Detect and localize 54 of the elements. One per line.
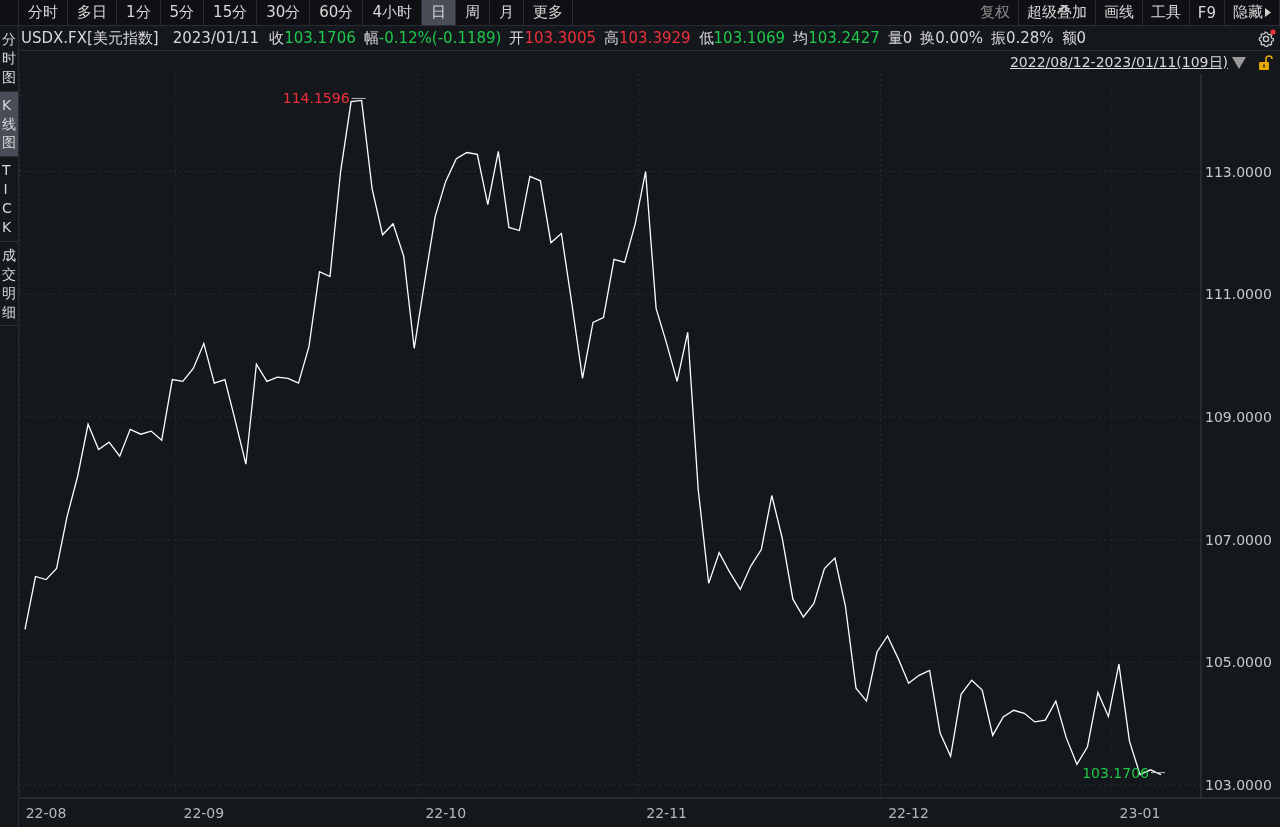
settings-icon[interactable] — [1258, 29, 1276, 47]
x-axis-label: 22-12 — [888, 805, 929, 821]
side-tab[interactable]: K线图 — [0, 91, 18, 158]
lock-icon[interactable] — [1258, 54, 1274, 71]
y-axis-label: 107.0000 — [1205, 531, 1272, 548]
y-axis-label: 111.0000 — [1205, 286, 1272, 303]
x-axis-label: 22-11 — [646, 805, 687, 821]
y-axis-label: 113.0000 — [1205, 163, 1272, 180]
side-tab[interactable]: 成交明细 — [0, 241, 18, 327]
toolbar-button[interactable]: 超级叠加 — [1018, 0, 1096, 25]
period-tab[interactable]: 4小时 — [363, 0, 422, 25]
quote-field: 振0.28% — [990, 28, 1054, 48]
side-tab[interactable]: TICK — [0, 157, 18, 242]
toolbar-button[interactable]: 工具 — [1142, 0, 1190, 25]
side-tab[interactable]: 分时图 — [0, 26, 18, 92]
price-annotation: 114.1596 — [282, 90, 367, 107]
quote-field: 额0 — [1061, 28, 1087, 48]
quote-field: 均103.2427 — [793, 28, 880, 48]
x-axis-label: 23-01 — [1119, 805, 1161, 821]
x-axis-label: 22-09 — [183, 805, 225, 821]
toolbar-button[interactable]: 画线 — [1095, 0, 1143, 25]
price-annotation: 103.1706 — [1082, 764, 1166, 781]
symbol-label: USDX.FX[美元指数] — [21, 28, 159, 48]
period-tab[interactable]: 5分 — [160, 0, 205, 25]
dropdown-triangle-icon[interactable] — [1232, 56, 1246, 69]
x-axis-label: 22-08 — [25, 805, 67, 821]
quote-field: 低103.1069 — [698, 28, 786, 48]
quote-field: 收103.1706 — [269, 28, 356, 48]
period-tab[interactable]: 多日 — [68, 0, 117, 25]
x-axis-label: 22-10 — [425, 805, 467, 821]
triangle-right-icon — [1265, 8, 1271, 17]
quote-field: 高103.3929 — [604, 28, 691, 48]
y-axis-label: 105.0000 — [1205, 654, 1272, 671]
period-tab[interactable]: 1分 — [117, 0, 161, 25]
toolbar-button[interactable]: 隐藏 — [1225, 0, 1280, 25]
annotation: 103.1706 — [1082, 764, 1150, 781]
period-tab[interactable]: 周 — [455, 0, 490, 25]
y-axis-label: 109.0000 — [1205, 409, 1272, 425]
quote-field: 量0 — [887, 28, 913, 48]
period-tab[interactable]: 分时 — [18, 0, 68, 25]
period-tab[interactable]: 15分 — [204, 0, 258, 25]
annotation: 114.1596 — [282, 90, 350, 107]
y-axis-label: 103.0000 — [1205, 777, 1272, 794]
quote-field: 幅-0.12%(-0.1189) — [363, 28, 502, 48]
quote-field: 开103.3005 — [509, 28, 596, 48]
period-tab[interactable]: 月 — [489, 0, 524, 25]
period-tab[interactable]: 30分 — [257, 0, 311, 25]
quote-field: 换0.00% — [920, 28, 983, 48]
period-tab[interactable]: 60分 — [310, 0, 364, 25]
toolbar-button[interactable]: F9 — [1189, 0, 1225, 25]
period-tab[interactable]: 更多 — [523, 0, 573, 25]
date-range-link[interactable]: 2022/08/12-2023/01/11(109日) — [1009, 53, 1228, 72]
period-tab[interactable]: 日 — [421, 0, 456, 25]
quote-date: 2023/01/11 — [172, 29, 260, 47]
